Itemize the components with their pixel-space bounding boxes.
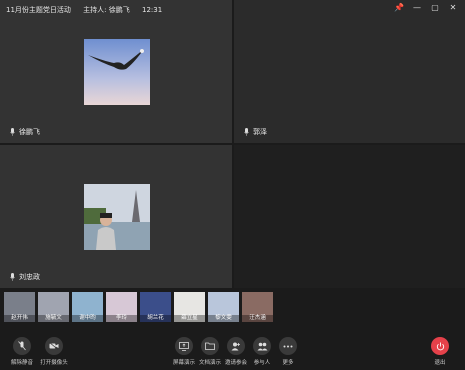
users-icon xyxy=(253,337,271,355)
video-tile-empty xyxy=(234,145,465,288)
video-tile-host[interactable]: 徐鹏飞 xyxy=(0,0,232,143)
microphone-icon xyxy=(10,273,15,281)
minimize-icon[interactable]: — xyxy=(411,2,423,14)
maximize-icon[interactable]: ▢ xyxy=(429,2,441,14)
microphone-muted-icon xyxy=(13,337,31,355)
window-controls: 📌 — ▢ ✕ xyxy=(393,2,459,14)
tile-name-label: 徐鹏飞 xyxy=(10,127,40,137)
participant-thumb[interactable]: 施毓文 xyxy=(38,292,69,322)
meeting-info: 11月份主题党日活动 主持人: 徐鹏飞 12:31 xyxy=(6,5,172,15)
close-icon[interactable]: ✕ xyxy=(447,2,459,14)
participant-thumb[interactable]: 薛立星 xyxy=(174,292,205,322)
screen-share-icon xyxy=(175,337,193,355)
folder-icon xyxy=(201,337,219,355)
video-tile-2[interactable]: 郭泽 xyxy=(234,0,465,143)
pin-icon[interactable]: 📌 xyxy=(393,2,405,14)
video-grid: 徐鹏飞 郭泽 刘忠政 xyxy=(0,0,465,290)
participant-name: 谢中昀 xyxy=(72,315,103,322)
microphone-icon xyxy=(10,128,15,136)
more-icon xyxy=(279,337,297,355)
microphone-icon xyxy=(244,128,249,136)
participant-name: 徐鹏飞 xyxy=(19,128,40,136)
video-tile-3[interactable]: 刘忠政 xyxy=(0,145,232,288)
add-user-icon xyxy=(227,337,245,355)
unmute-button[interactable]: 解除静音 xyxy=(4,337,40,366)
participant-thumb[interactable]: 汪杰涵 xyxy=(242,292,273,322)
avatar xyxy=(84,39,150,105)
leave-meeting-button[interactable]: 退出 xyxy=(422,337,458,366)
participant-name: 李玲 xyxy=(106,315,137,322)
participant-name: 胡兰花 xyxy=(140,315,171,322)
meeting-title: 11月份主题党日活动 xyxy=(6,6,71,14)
tile-name-label: 刘忠政 xyxy=(10,272,40,282)
participant-name: 汪杰涵 xyxy=(242,315,273,322)
participant-thumb[interactable]: 黎文雯 xyxy=(208,292,239,322)
participant-thumb[interactable]: 胡兰花 xyxy=(140,292,171,322)
meeting-time: 12:31 xyxy=(141,6,163,14)
participant-thumb[interactable]: 谢中昀 xyxy=(72,292,103,322)
participant-name: 薛立星 xyxy=(174,315,205,322)
participant-name: 黎文雯 xyxy=(208,315,239,322)
meeting-toolbar: 解除静音 打开摄像头 屏幕演示 文档演示 邀请参会 参与人 更多 退出 xyxy=(0,332,465,370)
more-button[interactable]: 更多 xyxy=(270,337,306,366)
participant-name: 郭泽 xyxy=(253,128,267,136)
tile-name-label: 郭泽 xyxy=(244,127,267,137)
host-label: 主持人: 徐鹏飞 xyxy=(83,6,130,14)
camera-button[interactable]: 打开摄像头 xyxy=(36,337,72,366)
title-bar: 11月份主题党日活动 主持人: 徐鹏飞 12:31 📌 — ▢ ✕ xyxy=(0,0,465,20)
participant-name: 赵开伟 xyxy=(4,315,35,322)
avatar xyxy=(84,184,150,250)
participant-thumb[interactable]: 李玲 xyxy=(106,292,137,322)
participant-name: 施毓文 xyxy=(38,315,69,322)
power-icon xyxy=(431,337,449,355)
participant-name: 刘忠政 xyxy=(19,273,40,281)
participant-strip: 赵开伟 施毓文 谢中昀 李玲 胡兰花 薛立星 黎文雯 汪杰涵 xyxy=(0,292,465,324)
participant-thumb[interactable]: 赵开伟 xyxy=(4,292,35,322)
camera-off-icon xyxy=(45,337,63,355)
